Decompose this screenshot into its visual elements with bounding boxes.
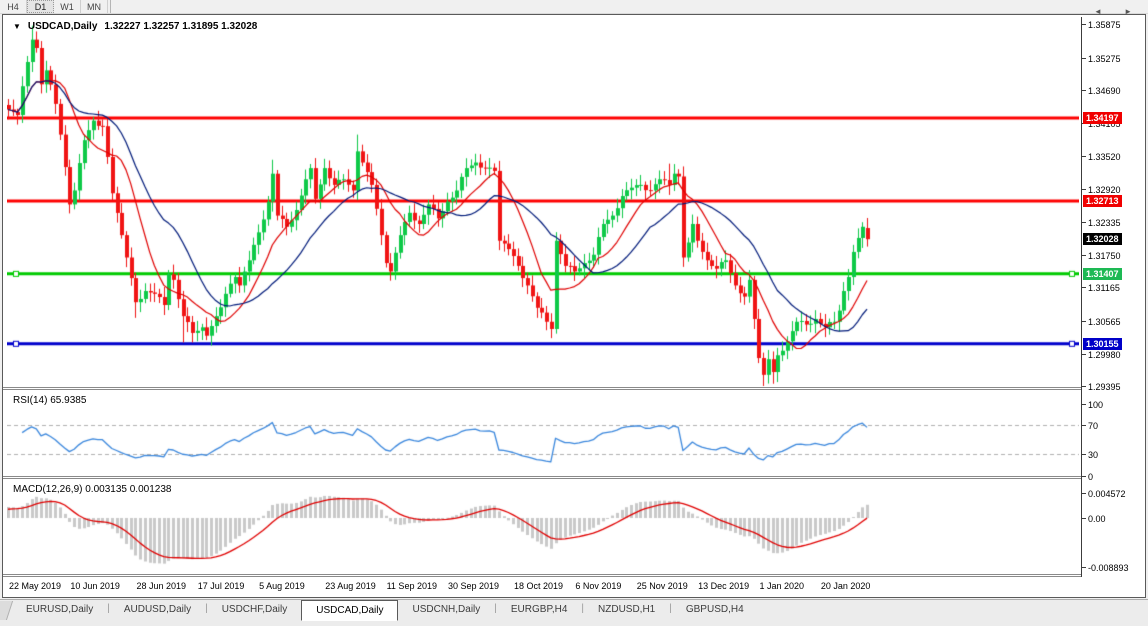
price-tick: 1.35275 bbox=[1088, 54, 1121, 64]
price-tick: 1.30565 bbox=[1088, 317, 1121, 327]
price-tick: 1.31750 bbox=[1088, 251, 1121, 261]
macd-tick: -0.008893 bbox=[1088, 563, 1129, 573]
price-tick: 1.35875 bbox=[1088, 20, 1121, 30]
price-tick: 1.31165 bbox=[1088, 283, 1120, 293]
price-tick: 1.32920 bbox=[1088, 185, 1121, 195]
price-badge: 1.34197 bbox=[1083, 112, 1122, 124]
price-tick: 1.32335 bbox=[1088, 218, 1121, 228]
rsi-label: RSI(14) 65.9385 bbox=[13, 395, 86, 406]
toolbar-separator bbox=[110, 0, 111, 13]
chevron-down-icon[interactable]: ▼ bbox=[13, 22, 21, 31]
price-tick: 1.34690 bbox=[1088, 86, 1121, 96]
price-tick: 1.29980 bbox=[1088, 350, 1121, 360]
pane-splitter-macd[interactable] bbox=[3, 476, 1143, 479]
period-button-mn[interactable]: MN bbox=[81, 0, 108, 13]
pane-splitter-rsi[interactable] bbox=[3, 387, 1143, 390]
tab-eurusd-daily[interactable]: EURUSD,Daily bbox=[12, 601, 107, 619]
tab-gbpusd-h4[interactable]: GBPUSD,H4 bbox=[672, 601, 758, 619]
rsi-tick: 70 bbox=[1088, 421, 1098, 431]
date-tick-label: 20 Jan 2020 bbox=[821, 581, 871, 591]
symbol-timeframe-label: USDCAD,Daily bbox=[28, 21, 97, 32]
date-tick-label: 17 Jul 2019 bbox=[198, 581, 245, 591]
date-tick-label: 1 Jan 2020 bbox=[759, 581, 804, 591]
price-axis[interactable]: 1.358751.352751.346901.341051.335201.329… bbox=[1081, 17, 1145, 577]
date-tick-label: 22 May 2019 bbox=[9, 581, 61, 591]
price-badge: 1.32713 bbox=[1083, 195, 1122, 207]
mt4-chart-screen: H4D1W1MN ▼ USDCAD,Daily 1.32227 1.32257 … bbox=[0, 0, 1148, 626]
price-badge: 1.31407 bbox=[1083, 268, 1122, 280]
price-tick: 1.29395 bbox=[1088, 382, 1121, 392]
macd-tick: 0.004572 bbox=[1088, 489, 1126, 499]
date-tick-label: 13 Dec 2019 bbox=[698, 581, 749, 591]
tab-nzdusd-h1[interactable]: NZDUSD,H1 bbox=[584, 601, 669, 619]
date-axis[interactable]: 22 May 2019 10 Jun 2019 28 Jun 2019 17 Jul … bbox=[3, 577, 1143, 597]
tab-usdcnh-daily[interactable]: USDCNH,Daily bbox=[398, 601, 494, 619]
date-tick-label: 18 Oct 2019 bbox=[514, 581, 563, 591]
date-tick-label: 30 Sep 2019 bbox=[448, 581, 499, 591]
date-tick-label: 28 Jun 2019 bbox=[136, 581, 186, 591]
tab-scroll-arrows[interactable]: ◄ ► bbox=[1094, 7, 1142, 16]
date-tick-label: 5 Aug 2019 bbox=[259, 581, 305, 591]
tab-eurgbp-h4[interactable]: EURGBP,H4 bbox=[497, 601, 582, 619]
chart-window: ▼ USDCAD,Daily 1.32227 1.32257 1.31895 1… bbox=[2, 14, 1146, 598]
price-tick: 1.33520 bbox=[1088, 152, 1121, 162]
period-toolbar: H4D1W1MN bbox=[0, 0, 1148, 14]
rsi-tick: 30 bbox=[1088, 450, 1098, 460]
ohlc-values: 1.32227 1.32257 1.31895 1.32028 bbox=[104, 21, 257, 32]
chart-title: ▼ USDCAD,Daily 1.32227 1.32257 1.31895 1… bbox=[13, 21, 257, 32]
macd-tick: 0.00 bbox=[1088, 514, 1106, 524]
tab-usdcad-daily[interactable]: USDCAD,Daily bbox=[301, 600, 398, 621]
price-badge: 1.30155 bbox=[1083, 338, 1122, 350]
date-tick-label: 10 Jun 2019 bbox=[70, 581, 120, 591]
tab-audusd-daily[interactable]: AUDUSD,Daily bbox=[110, 601, 205, 619]
chart-tab-bar: EURUSD,Daily|AUDUSD,Daily|USDCHF,DailyUS… bbox=[0, 599, 1148, 626]
tab-usdchf-daily[interactable]: USDCHF,Daily bbox=[208, 601, 302, 619]
date-tick-label: 23 Aug 2019 bbox=[325, 581, 376, 591]
period-button-h4[interactable]: H4 bbox=[0, 0, 27, 13]
period-button-d1[interactable]: D1 bbox=[27, 0, 54, 13]
date-tick-label: 25 Nov 2019 bbox=[637, 581, 688, 591]
macd-label: MACD(12,26,9) 0.003135 0.001238 bbox=[13, 484, 171, 495]
rsi-tick: 0 bbox=[1088, 472, 1093, 482]
price-badge: 1.32028 bbox=[1083, 233, 1122, 245]
date-tick-label: 11 Sep 2019 bbox=[387, 581, 437, 591]
date-tick-label: 6 Nov 2019 bbox=[575, 581, 621, 591]
rsi-tick: 100 bbox=[1088, 400, 1103, 410]
period-button-w1[interactable]: W1 bbox=[54, 0, 81, 13]
